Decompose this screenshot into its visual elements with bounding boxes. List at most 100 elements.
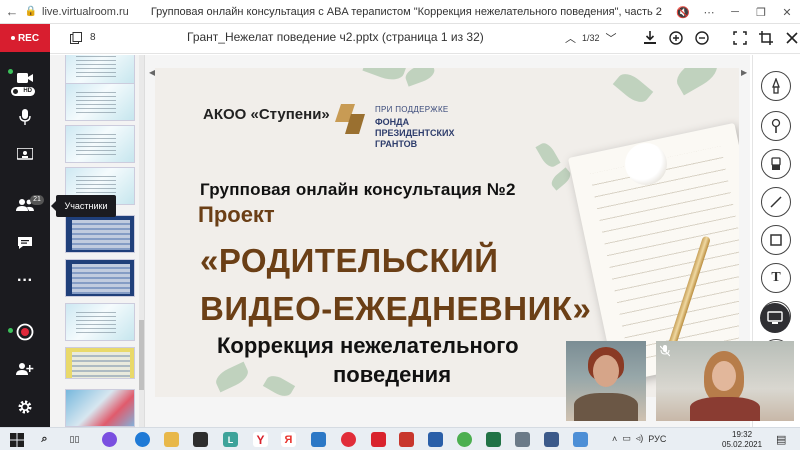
zoom-out-icon[interactable] [694, 29, 710, 47]
slide-thumbnail[interactable] [65, 389, 135, 427]
search-icon[interactable]: ⌕ [37, 432, 52, 447]
download-lock-icon[interactable] [642, 29, 658, 47]
participant-video-tile[interactable] [656, 341, 794, 421]
microphone-icon[interactable] [12, 106, 38, 128]
slide-thumbnail[interactable] [65, 55, 135, 85]
back-arrow-icon[interactable]: ← [0, 4, 24, 19]
page-navigation: ︿ 1/32 ﹀ [565, 30, 617, 46]
app-icon[interactable] [573, 432, 588, 447]
excel-icon[interactable] [486, 432, 501, 447]
volume-icon[interactable]: ◃) [636, 433, 644, 444]
fit-screen-icon[interactable] [732, 29, 748, 47]
edge-browser-icon[interactable] [135, 432, 150, 447]
presentation-actions [642, 29, 800, 47]
presentation-slide: АКОО «Ступени» ПРИ ПОДДЕРЖКЕ ФОНДА ПРЕЗИ… [155, 68, 739, 397]
clock[interactable]: 19:32 05.02.2021 [722, 430, 762, 450]
mute-tab-icon[interactable]: 🔇 [670, 6, 696, 19]
leaf-decoration [403, 68, 437, 87]
crop-icon[interactable] [758, 29, 774, 47]
left-rail: REC HD 21 ··· [0, 24, 50, 427]
brush-icon[interactable] [761, 71, 791, 101]
slide-subtitle: Групповая онлайн консультация №2 [200, 180, 516, 199]
presentation-toolbar: 8 Грант_Нежелат поведение ч2.pptx (стран… [50, 24, 800, 54]
participant-body [690, 397, 760, 421]
tray-arrow-icon[interactable]: ˄ [612, 434, 617, 444]
acrobat-icon[interactable] [371, 432, 386, 447]
yandex-y-icon[interactable]: Y [253, 432, 268, 447]
fund-support-label: ПРИ ПОДДЕРЖКЕ [375, 105, 449, 114]
settings-gear-icon[interactable] [12, 396, 38, 418]
rectangle-icon[interactable] [761, 225, 791, 255]
participants-count-badge: 21 [30, 195, 44, 205]
thumbnails-toggle-icon[interactable] [70, 32, 82, 44]
thumbnail-count: 8 [90, 32, 96, 43]
photos-icon[interactable] [544, 432, 559, 447]
collapse-right-icon[interactable]: ▶ [741, 68, 747, 77]
lock-icon[interactable]: 🔒 [24, 6, 38, 17]
hd-label: HD [23, 88, 32, 94]
marker-icon[interactable] [761, 111, 791, 141]
participant-body [574, 393, 638, 421]
word-icon[interactable] [428, 432, 443, 447]
powerpoint-icon[interactable] [399, 432, 414, 447]
fund-name: ФОНДА ПРЕЗИДЕНТСКИХ ГРАНТОВ [375, 117, 455, 149]
slide-thumbnail[interactable] [65, 303, 135, 341]
more-menu-icon[interactable]: ⋯ [696, 6, 722, 19]
language-indicator[interactable]: РУС [648, 434, 666, 444]
presidential-grants-logo [335, 104, 365, 134]
chrome-icon[interactable] [457, 432, 472, 447]
screen-layout-icon[interactable] [760, 303, 790, 333]
slide-thumbnail[interactable] [65, 215, 135, 253]
file-explorer-icon[interactable] [164, 432, 179, 447]
close-icon[interactable]: ✕ [774, 6, 800, 19]
alice-assistant-icon[interactable] [102, 432, 117, 447]
rec-dot-icon [10, 36, 15, 40]
task-view-icon[interactable]: ▯▯ [67, 432, 82, 447]
url-text[interactable]: live.virtualroom.ru [42, 6, 129, 18]
app-l-icon[interactable]: L [223, 432, 238, 447]
slide-thumbnail[interactable] [65, 347, 135, 379]
record-icon[interactable] [12, 321, 38, 343]
yandex-browser-icon[interactable]: Я [281, 432, 296, 447]
hd-toggle[interactable]: HD [11, 87, 35, 96]
chat-icon[interactable] [12, 232, 38, 254]
slide-project-label: Проект [198, 202, 275, 227]
next-page-icon[interactable]: ﹀ [606, 30, 617, 46]
line-icon[interactable] [761, 187, 791, 217]
participant-video-tile[interactable] [566, 341, 646, 421]
leaf-decoration [671, 68, 723, 96]
network-icon[interactable]: ▭ [622, 433, 631, 444]
thumbnails-scroll-thumb[interactable] [139, 320, 144, 390]
camera-icon[interactable] [12, 67, 38, 89]
screen-share-icon[interactable] [12, 144, 38, 166]
cotton-flower-illustration [625, 143, 667, 185]
mail-icon[interactable] [311, 432, 326, 447]
store-icon[interactable] [193, 432, 208, 447]
prev-page-icon[interactable]: ︿ [565, 30, 576, 46]
slide-thumbnail[interactable] [65, 125, 135, 163]
rec-button[interactable]: REC [0, 24, 50, 52]
participant-face [593, 355, 619, 387]
text-icon[interactable]: T [761, 263, 791, 293]
slide-thumbnail[interactable] [65, 259, 135, 297]
minimize-icon[interactable]: ─ [722, 6, 748, 18]
more-options-icon[interactable]: ··· [12, 270, 38, 292]
zoom-in-icon[interactable] [668, 29, 684, 47]
opera-icon[interactable] [341, 432, 356, 447]
restore-icon[interactable]: ❐ [748, 6, 774, 19]
leaf-decoration [362, 68, 408, 85]
calculator-icon[interactable] [515, 432, 530, 447]
leaf-decoration [212, 361, 252, 393]
windows-start-icon[interactable] [10, 433, 24, 447]
slide-thumbnails-panel [50, 55, 145, 427]
clock-date: 05.02.2021 [722, 440, 763, 449]
close-presentation-icon[interactable] [784, 29, 800, 47]
participants-tooltip: Участники [51, 195, 116, 217]
leaf-decoration [612, 68, 654, 108]
notification-center-icon[interactable]: ▤ [776, 433, 790, 447]
rec-label: REC [17, 32, 40, 44]
eraser-icon[interactable] [761, 149, 791, 179]
add-user-icon[interactable] [12, 358, 38, 380]
slide-title-line2: ВИДЕО-ЕЖЕДНЕВНИК» [200, 290, 592, 327]
slide-thumbnail[interactable] [65, 83, 135, 121]
